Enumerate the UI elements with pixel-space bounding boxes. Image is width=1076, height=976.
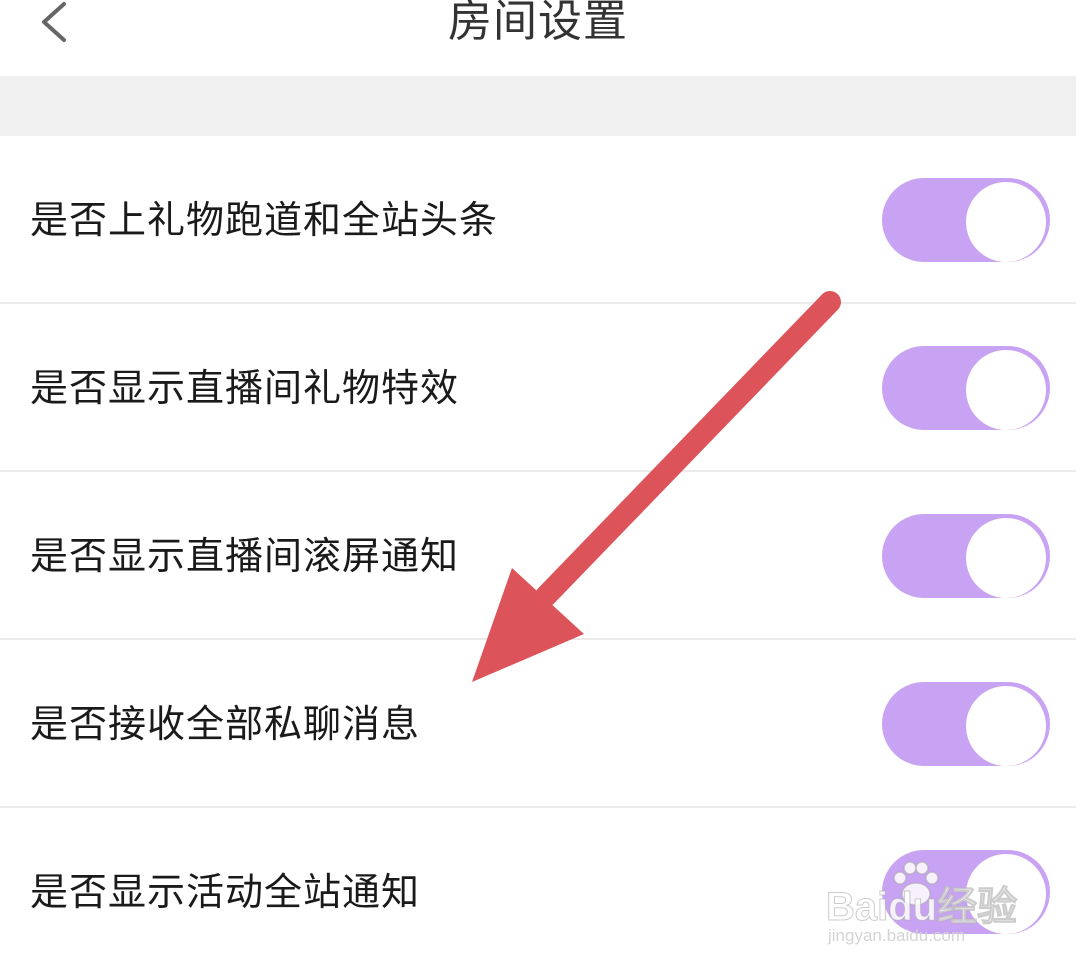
toggle-knob <box>966 854 1046 934</box>
header-bar: 房间设置 <box>0 0 1076 76</box>
toggle-knob <box>966 686 1046 766</box>
section-spacer <box>0 76 1076 136</box>
setting-row-activity-notice: 是否显示活动全站通知 <box>0 808 1076 976</box>
toggle-knob <box>966 182 1046 262</box>
gift-track-toggle[interactable] <box>882 178 1050 262</box>
setting-label: 是否显示活动全站通知 <box>30 870 421 914</box>
toggle-knob <box>966 350 1046 430</box>
setting-row-scroll-notice: 是否显示直播间滚屏通知 <box>0 472 1076 640</box>
setting-label: 是否显示直播间滚屏通知 <box>30 534 460 578</box>
settings-list: 是否上礼物跑道和全站头条 是否显示直播间礼物特效 是否显示直播间滚屏通知 是否接… <box>0 136 1076 976</box>
setting-row-gift-track: 是否上礼物跑道和全站头条 <box>0 136 1076 304</box>
scroll-notice-toggle[interactable] <box>882 514 1050 598</box>
setting-row-gift-effects: 是否显示直播间礼物特效 <box>0 304 1076 472</box>
setting-label: 是否显示直播间礼物特效 <box>30 366 460 410</box>
setting-row-private-messages: 是否接收全部私聊消息 <box>0 640 1076 808</box>
setting-label: 是否接收全部私聊消息 <box>30 702 421 746</box>
room-settings-screen: 房间设置 是否上礼物跑道和全站头条 是否显示直播间礼物特效 是否显示直播间滚屏通… <box>0 0 1076 976</box>
activity-notice-toggle[interactable] <box>882 850 1050 934</box>
toggle-knob <box>966 518 1046 598</box>
private-messages-toggle[interactable] <box>882 682 1050 766</box>
page-title: 房间设置 <box>448 0 628 47</box>
gift-effects-toggle[interactable] <box>882 346 1050 430</box>
setting-label: 是否上礼物跑道和全站头条 <box>30 198 499 242</box>
